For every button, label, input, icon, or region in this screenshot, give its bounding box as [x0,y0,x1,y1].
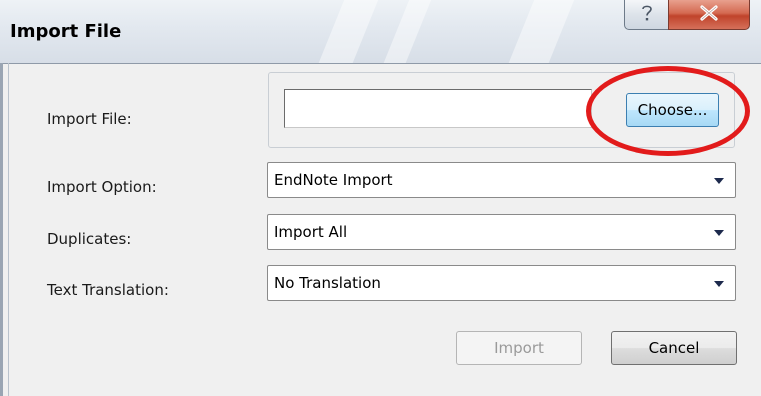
duplicates-select[interactable]: Import All [267,214,736,250]
import-option-label: Import Option: [47,178,157,196]
title-bar-glass-streak [501,0,579,63]
text-translation-label: Text Translation: [47,281,169,299]
title-bar[interactable]: Import File [0,0,761,64]
import-file-label: Import File: [47,110,132,128]
chevron-down-icon [714,178,724,184]
title-bar-glass-streak [311,0,383,63]
chevron-down-icon [714,281,724,287]
import-option-value: EndNote Import [274,171,393,189]
text-translation-select[interactable]: No Translation [267,265,736,301]
chevron-down-icon [714,230,724,236]
highlight-circle [586,66,750,156]
window-frame-divider [8,63,9,396]
import-option-select[interactable]: EndNote Import [267,162,736,198]
close-icon [699,4,719,25]
window-frame-left [0,63,3,396]
close-button[interactable] [668,0,750,30]
duplicates-value: Import All [274,223,348,241]
help-button[interactable] [624,0,669,30]
window-title: Import File [10,21,122,42]
import-file-dialog: Import File Import File: Choose... Impor… [0,0,761,396]
cancel-button[interactable]: Cancel [611,331,737,365]
text-translation-value: No Translation [274,274,381,292]
title-bar-glass-streak [376,0,436,63]
question-mark-icon [639,3,655,27]
import-button[interactable]: Import [456,331,582,365]
duplicates-label: Duplicates: [47,230,132,248]
import-file-path-field[interactable] [284,89,592,128]
